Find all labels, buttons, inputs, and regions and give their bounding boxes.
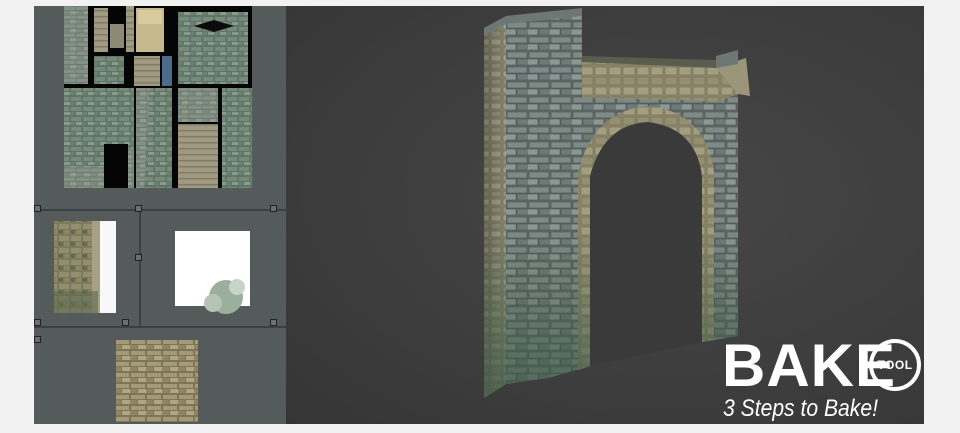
texture-panel — [34, 6, 287, 424]
wall-ao-thumbnail — [54, 221, 116, 313]
stone-texture-atlas — [64, 6, 252, 188]
texture-atlas-cell[interactable] — [34, 6, 286, 209]
presentation-frame: BAKE TOOL 3 Steps to Bake! — [34, 6, 924, 424]
grid-handle[interactable] — [135, 254, 142, 261]
grid-handle[interactable] — [34, 336, 41, 343]
grid-handle[interactable] — [270, 205, 277, 212]
tool-badge-label: TOOL — [877, 358, 913, 372]
tool-badge-icon: TOOL — [869, 339, 921, 391]
stone-tile-thumbnail — [116, 340, 198, 422]
grid-handle[interactable] — [122, 319, 129, 326]
stone-tile-cell[interactable] — [34, 328, 286, 424]
white-mask-thumbnail — [175, 231, 250, 314]
mask-map-cell[interactable] — [141, 211, 286, 326]
grid-handle[interactable] — [135, 205, 142, 212]
grid-handle[interactable] — [270, 319, 277, 326]
grid-handle[interactable] — [34, 205, 41, 212]
tagline: 3 Steps to Bake! — [723, 395, 878, 422]
grid-handle[interactable] — [34, 319, 41, 326]
ao-map-cell[interactable] — [34, 211, 139, 326]
